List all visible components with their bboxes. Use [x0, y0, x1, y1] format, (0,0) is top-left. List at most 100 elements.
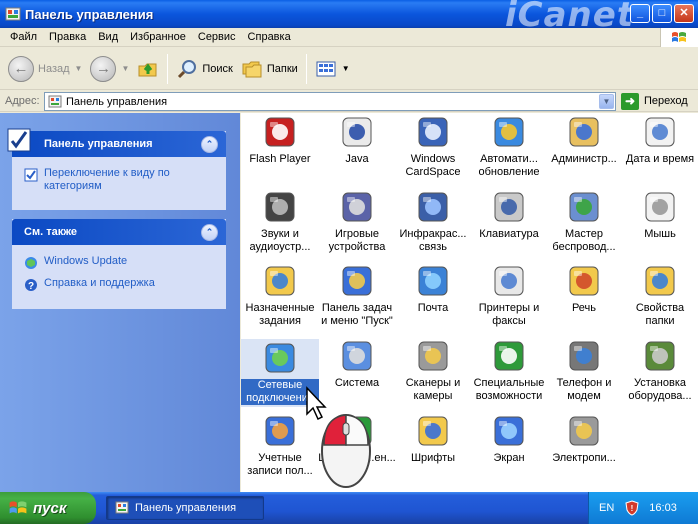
language-indicator[interactable]: EN: [599, 502, 614, 514]
applet-item[interactable]: Почта: [394, 264, 472, 315]
applet-item[interactable]: Инфракрас... связь: [394, 190, 472, 254]
collapse-chevron-icon[interactable]: ⌃: [201, 224, 218, 241]
applet-item[interactable]: Админиcтр...: [545, 115, 623, 166]
applet-label: Принтеры и факсы: [478, 302, 540, 327]
applet-item[interactable]: Шрифты: [394, 414, 472, 465]
search-icon: [178, 59, 197, 78]
switch-to-category-view-link[interactable]: Переключение к виду по категориям: [24, 167, 216, 193]
taskbar-window-button[interactable]: Панель управления: [106, 496, 264, 520]
applet-item[interactable]: Свойства папки: [621, 264, 698, 328]
scanners-cameras-icon: [418, 341, 448, 371]
applet-item[interactable]: Автомати... обновление: [470, 115, 548, 179]
title-bar[interactable]: Панель управления iCanet _ □ ✕: [0, 0, 698, 32]
wireless-wizard-icon: [569, 192, 599, 222]
collapse-chevron-icon[interactable]: ⌃: [201, 136, 218, 153]
maximize-button[interactable]: □: [652, 4, 672, 23]
windows-update-link[interactable]: Windows Update: [24, 255, 216, 270]
scheduled-tasks-icon: [265, 266, 295, 296]
applet-item[interactable]: Учетные записи пол...: [241, 414, 319, 478]
applet-item[interactable]: Сканеры и камеры: [394, 339, 472, 403]
applet-item[interactable]: Установка оборудова...: [621, 339, 698, 403]
applet-item[interactable]: Панель задач и меню "Пуск": [318, 264, 396, 328]
menu-bar: Файл Правка Вид Избранное Сервис Справка: [0, 28, 698, 47]
applet-item[interactable]: Речь: [545, 264, 623, 315]
applet-item[interactable]: Windows CardSpace: [394, 115, 472, 179]
back-button[interactable]: ← Назад ▼: [4, 52, 86, 86]
search-button[interactable]: Поиск: [172, 52, 236, 86]
infrared-icon: [418, 192, 448, 222]
menu-tools[interactable]: Сервис: [192, 28, 242, 47]
control-panel-icon: [5, 7, 21, 21]
see-also-header[interactable]: См. также ⌃: [12, 219, 226, 245]
help-icon: ?: [25, 279, 37, 292]
system-tray: EN ! 16:03: [588, 492, 698, 524]
click-indicator-mouse-icon: [321, 414, 371, 488]
applet-item[interactable]: Мастер беспровод...: [545, 190, 623, 254]
taskbar-start-menu-icon: [342, 266, 372, 296]
go-button[interactable]: ➜ Переход: [621, 92, 688, 110]
taskbar-window-label: Панель управления: [135, 502, 237, 514]
user-accounts-icon: [265, 416, 295, 446]
applet-label: Мышь: [644, 228, 676, 240]
menu-file[interactable]: Файл: [4, 28, 43, 47]
svg-text:!: !: [631, 504, 634, 513]
control-panel-tasks: Переключение к виду по категориям: [12, 157, 226, 210]
applet-label: Телефон и модем: [556, 377, 612, 402]
forward-dropdown-icon[interactable]: ▼: [121, 64, 129, 73]
applet-label: Шрифты: [410, 452, 456, 464]
control-panel-header[interactable]: Панель управления ⌃: [7, 128, 226, 157]
applet-label: Дата и время: [625, 153, 695, 165]
applet-item[interactable]: Телефон и модем: [545, 339, 623, 403]
menu-view[interactable]: Вид: [92, 28, 124, 47]
applet-item[interactable]: Звуки и аудиоустр...: [241, 190, 319, 254]
applet-item[interactable]: Игровые устройства: [318, 190, 396, 254]
category-view-icon: [24, 168, 38, 182]
task-pane: Панель управления ⌃ Переключение к виду …: [0, 113, 240, 492]
control-panel-box: Панель управления ⌃ Переключение к виду …: [7, 128, 226, 210]
go-label: Переход: [644, 95, 688, 107]
control-panel-icon: [115, 501, 129, 514]
security-shield-icon[interactable]: !: [624, 500, 640, 516]
fonts-icon: [418, 416, 448, 446]
address-value: Панель управления: [66, 95, 168, 108]
applet-label: Инфракрас... связь: [399, 228, 467, 253]
applet-list: Flash Player Java Windows CardSpace Автомат…: [241, 113, 698, 492]
views-dropdown-icon[interactable]: ▼: [342, 64, 350, 73]
applet-item[interactable]: Клавиатура: [470, 190, 548, 241]
applet-item[interactable]: Мышь: [621, 190, 698, 241]
applet-item[interactable]: Назначенные задания: [241, 264, 319, 328]
applet-item[interactable]: Принтеры и факсы: [470, 264, 548, 328]
applet-label: Windows CardSpace: [405, 153, 461, 178]
minimize-button[interactable]: _: [630, 4, 650, 23]
game-controllers-icon: [342, 192, 372, 222]
applet-item[interactable]: Специальные возможности: [470, 339, 548, 403]
up-button[interactable]: [133, 52, 163, 86]
applet-item[interactable]: Дата и время: [621, 115, 698, 166]
menu-edit[interactable]: Правка: [43, 28, 92, 47]
applet-item[interactable]: Система: [318, 339, 396, 390]
forward-button[interactable]: → ▼: [86, 52, 133, 86]
address-dropdown-icon[interactable]: ▼: [599, 94, 614, 109]
back-dropdown-icon[interactable]: ▼: [75, 64, 83, 73]
applet-item[interactable]: Электропи...: [545, 414, 623, 465]
see-also-title: См. также: [24, 226, 77, 238]
folders-button[interactable]: Папки: [237, 52, 302, 86]
applet-item[interactable]: Экран: [470, 414, 548, 465]
views-icon: [316, 61, 336, 76]
automatic-updates-icon: [494, 117, 524, 147]
applet-item[interactable]: Java: [318, 115, 396, 166]
applet-label: Почта: [417, 302, 449, 314]
applet-item[interactable]: Flash Player: [241, 115, 319, 166]
start-label: пуск: [33, 499, 67, 517]
applet-label: Речь: [571, 302, 597, 314]
address-bar: Адрес: Панель управления ▼ ➜ Переход: [0, 90, 698, 112]
help-support-link[interactable]: ? Справка и поддержка: [24, 277, 216, 292]
start-button[interactable]: пуск: [0, 492, 96, 524]
views-button[interactable]: ▼: [311, 52, 354, 86]
applet-label: Назначенные задания: [245, 302, 315, 327]
close-button[interactable]: ✕: [674, 4, 694, 23]
cardspace-icon: [418, 117, 448, 147]
menu-help[interactable]: Справка: [242, 28, 297, 47]
address-input[interactable]: Панель управления ▼: [44, 92, 616, 111]
menu-favorites[interactable]: Избранное: [124, 28, 192, 47]
